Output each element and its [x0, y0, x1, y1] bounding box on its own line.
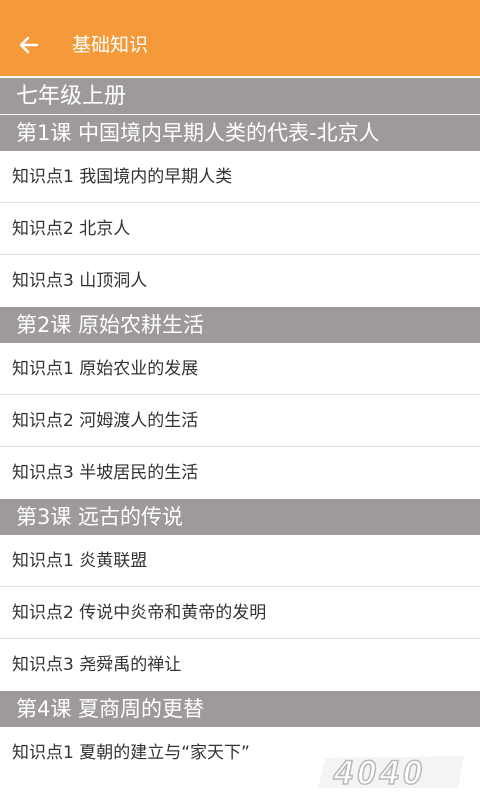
- knowledge-list[interactable]: 七年级上册 第1课 中国境内早期人类的代表-北京人 知识点1 我国境内的早期人类…: [0, 78, 480, 779]
- list-item[interactable]: 知识点3 半坡居民的生活: [0, 447, 480, 499]
- page-title: 基础知识: [72, 34, 149, 56]
- app-bar: 基础知识: [0, 0, 480, 76]
- back-button[interactable]: [14, 30, 44, 60]
- list-item[interactable]: 知识点2 河姆渡人的生活: [0, 395, 480, 447]
- list-item[interactable]: 知识点2 北京人: [0, 203, 480, 255]
- list-item[interactable]: 知识点1 炎黄联盟: [0, 535, 480, 587]
- lesson-header-3: 第3课 远古的传说: [0, 499, 480, 535]
- list-item[interactable]: 知识点1 我国境内的早期人类: [0, 151, 480, 203]
- grade-header: 七年级上册: [0, 78, 480, 115]
- lesson-header-4: 第4课 夏商周的更替: [0, 691, 480, 727]
- list-item[interactable]: 知识点1 原始农业的发展: [0, 343, 480, 395]
- list-item[interactable]: 知识点3 尧舜禹的禅让: [0, 639, 480, 691]
- lesson-header-2: 第2课 原始农耕生活: [0, 307, 480, 343]
- watermark-text: 4040: [333, 754, 426, 792]
- lesson-header-1: 第1课 中国境内早期人类的代表-北京人: [0, 115, 480, 151]
- watermark-logo: 4040: [318, 753, 464, 793]
- list-item[interactable]: 知识点3 山顶洞人: [0, 255, 480, 307]
- arrow-left-icon: [19, 36, 39, 54]
- list-item[interactable]: 知识点2 传说中炎帝和黄帝的发明: [0, 587, 480, 639]
